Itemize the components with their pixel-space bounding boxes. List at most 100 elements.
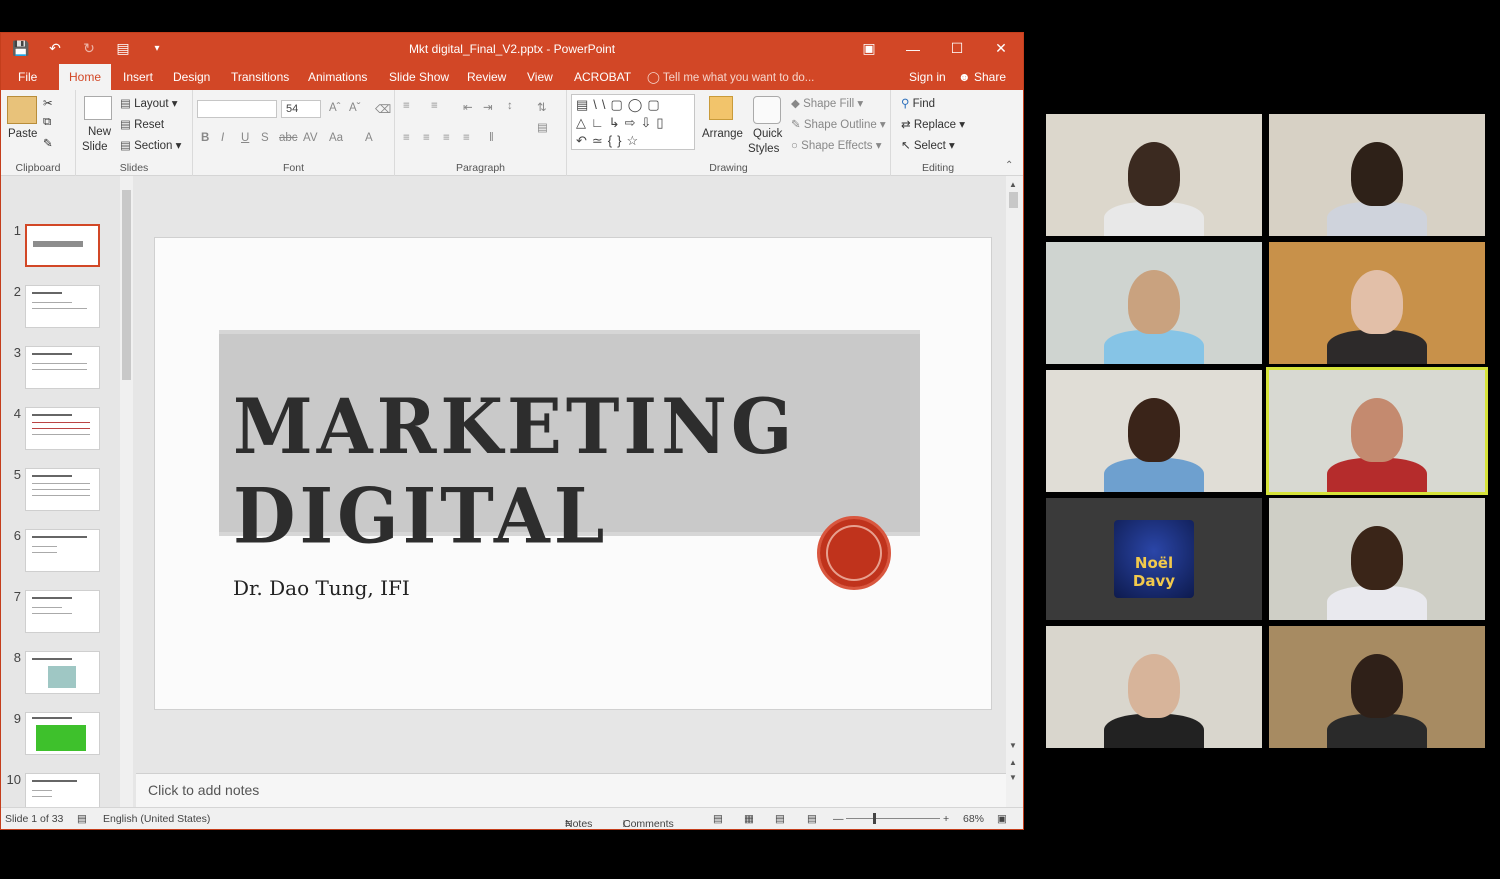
fit-to-window-icon[interactable]: ▣ bbox=[997, 813, 1007, 825]
slide-thumbnail[interactable] bbox=[25, 407, 100, 450]
next-slide-icon[interactable]: ▼ bbox=[1009, 773, 1017, 782]
columns-icon[interactable]: ‖ bbox=[489, 132, 494, 144]
format-painter-icon[interactable]: ✎ bbox=[43, 136, 53, 150]
slide-subtitle[interactable]: Dr. Dao Tung, IFI bbox=[233, 576, 410, 600]
shape-effects-button[interactable]: ○ Shape Effects ▾ bbox=[791, 138, 882, 152]
paste-button[interactable]: Paste bbox=[8, 128, 37, 140]
zoom-slider[interactable] bbox=[846, 818, 940, 819]
align-right-icon[interactable]: ≡ bbox=[443, 132, 450, 144]
cut-icon[interactable]: ✂ bbox=[43, 96, 53, 110]
slide-scroll-thumb[interactable] bbox=[1009, 192, 1018, 208]
paste-icon[interactable] bbox=[7, 96, 37, 124]
video-tile[interactable] bbox=[1046, 626, 1262, 748]
slide-thumbnail[interactable] bbox=[25, 224, 100, 267]
zoom-slider-thumb[interactable] bbox=[873, 813, 876, 824]
video-tile[interactable] bbox=[1046, 370, 1262, 492]
slide-thumbnail[interactable] bbox=[25, 346, 100, 389]
slide-thumbnail[interactable] bbox=[25, 590, 100, 633]
numbering-icon[interactable]: ≡ bbox=[431, 100, 438, 112]
shapes-gallery[interactable]: ▤\\▢◯▢ △∟↳⇨⇩▯ ↶≃{}☆ bbox=[571, 94, 695, 150]
tab-transitions[interactable]: Transitions bbox=[231, 70, 289, 84]
slide-thumbnail[interactable] bbox=[25, 651, 100, 694]
ribbon-display-options-icon[interactable]: ▣ bbox=[847, 33, 891, 64]
select-button[interactable]: ↖ Select ▾ bbox=[901, 138, 955, 152]
new-slide-label-2[interactable]: Slide bbox=[82, 141, 108, 153]
video-tile[interactable] bbox=[1269, 242, 1485, 364]
text-direction-icon[interactable]: ⇅ bbox=[537, 100, 547, 114]
font-size-field[interactable]: 54 bbox=[281, 100, 321, 118]
tab-file[interactable]: File bbox=[18, 70, 37, 84]
slide-scrollbar[interactable]: ▲ ▼ ▲ ▼ bbox=[1006, 176, 1023, 808]
layout-button[interactable]: ▤ Layout ▾ bbox=[120, 96, 178, 110]
copy-icon[interactable]: ⧉ bbox=[43, 116, 51, 129]
change-case-icon[interactable]: Aa bbox=[329, 132, 343, 144]
thumbnails-scroll-thumb[interactable] bbox=[122, 190, 131, 380]
tab-design[interactable]: Design bbox=[173, 70, 210, 84]
arrange-icon[interactable] bbox=[709, 96, 733, 120]
tab-review[interactable]: Review bbox=[467, 70, 506, 84]
increase-indent-icon[interactable]: ⇥ bbox=[483, 100, 493, 114]
reading-view-icon[interactable]: ▤ bbox=[775, 813, 785, 825]
text-shadow-icon[interactable]: S bbox=[261, 132, 269, 144]
tab-animations[interactable]: Animations bbox=[308, 70, 367, 84]
slide-title[interactable]: MARKETING DIGITAL bbox=[233, 382, 920, 561]
slide-thumbnail[interactable] bbox=[25, 285, 100, 328]
new-slide-label-1[interactable]: New bbox=[88, 126, 111, 138]
align-center-icon[interactable]: ≡ bbox=[423, 132, 430, 144]
sign-in-link[interactable]: Sign in bbox=[909, 70, 946, 84]
tell-me-search[interactable]: ◯ Tell me what you want to do... bbox=[647, 70, 814, 84]
character-spacing-icon[interactable]: AV bbox=[303, 132, 318, 144]
quick-styles-label-2[interactable]: Styles bbox=[748, 143, 779, 155]
previous-slide-icon[interactable]: ▲ bbox=[1009, 758, 1017, 767]
collapse-ribbon-icon[interactable]: ⌃ bbox=[1005, 160, 1013, 171]
decrease-font-icon[interactable]: Aˇ bbox=[349, 102, 361, 114]
slide-thumbnail[interactable] bbox=[25, 529, 100, 572]
slide-thumbnail[interactable] bbox=[25, 712, 100, 755]
reset-button[interactable]: ▤ Reset bbox=[120, 117, 164, 131]
scroll-up-icon[interactable]: ▲ bbox=[1009, 180, 1017, 189]
zoom-out-icon[interactable]: — bbox=[833, 813, 844, 825]
quick-styles-icon[interactable] bbox=[753, 96, 781, 124]
video-tile[interactable]: Noël Davy bbox=[1046, 498, 1262, 620]
decrease-indent-icon[interactable]: ⇤ bbox=[463, 100, 473, 114]
tab-slide-show[interactable]: Slide Show bbox=[389, 70, 449, 84]
spell-check-icon[interactable]: ▤ bbox=[77, 813, 87, 825]
section-button[interactable]: ▤ Section ▾ bbox=[120, 138, 181, 152]
zoom-in-icon[interactable]: + bbox=[943, 813, 949, 825]
language-indicator[interactable]: English (United States) bbox=[103, 813, 210, 825]
video-tile[interactable] bbox=[1269, 626, 1485, 748]
bold-icon[interactable]: B bbox=[201, 132, 209, 144]
video-tile-active-speaker[interactable] bbox=[1266, 367, 1488, 495]
close-icon[interactable]: ✕ bbox=[979, 33, 1023, 64]
notes-pane[interactable]: Click to add notes bbox=[136, 773, 1006, 808]
justify-icon[interactable]: ≡ bbox=[463, 132, 470, 144]
bullets-icon[interactable]: ≡ bbox=[403, 100, 410, 112]
video-tile[interactable] bbox=[1269, 114, 1485, 236]
shape-fill-button[interactable]: ◆ Shape Fill ▾ bbox=[791, 96, 863, 110]
font-name-field[interactable] bbox=[197, 100, 277, 118]
italic-icon[interactable]: I bbox=[221, 132, 224, 144]
align-text-icon[interactable]: ▤ bbox=[537, 120, 548, 134]
quick-styles-label-1[interactable]: Quick bbox=[753, 128, 782, 140]
slide-thumbnail[interactable] bbox=[25, 468, 100, 511]
zoom-level[interactable]: 68% bbox=[963, 813, 984, 825]
find-button[interactable]: ⚲ Find bbox=[901, 96, 935, 110]
maximize-icon[interactable]: ☐ bbox=[935, 33, 979, 64]
align-left-icon[interactable]: ≡ bbox=[403, 132, 410, 144]
thumbnails-scrollbar[interactable] bbox=[120, 176, 133, 808]
clear-formatting-icon[interactable]: ⌫ bbox=[375, 102, 391, 116]
tab-view[interactable]: View bbox=[527, 70, 553, 84]
tab-insert[interactable]: Insert bbox=[123, 70, 153, 84]
strikethrough-icon[interactable]: abc bbox=[279, 132, 298, 144]
font-color-icon[interactable]: A bbox=[365, 132, 373, 144]
slide-show-icon[interactable]: ▤ bbox=[807, 813, 817, 825]
slide-sorter-icon[interactable]: ▦ bbox=[744, 813, 754, 825]
normal-view-icon[interactable]: ▤ bbox=[713, 813, 723, 825]
increase-font-icon[interactable]: Aˆ bbox=[329, 102, 341, 114]
arrange-button[interactable]: Arrange bbox=[702, 128, 743, 140]
current-slide[interactable]: MARKETING DIGITAL Dr. Dao Tung, IFI bbox=[154, 237, 992, 710]
underline-icon[interactable]: U bbox=[241, 132, 249, 144]
video-tile[interactable] bbox=[1046, 114, 1262, 236]
tab-acrobat[interactable]: ACROBAT bbox=[574, 70, 631, 84]
video-tile[interactable] bbox=[1269, 498, 1485, 620]
